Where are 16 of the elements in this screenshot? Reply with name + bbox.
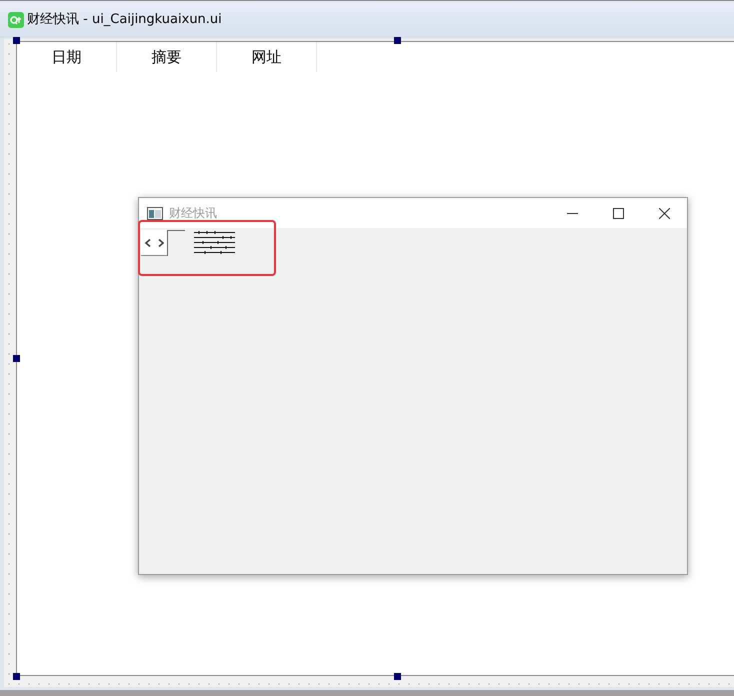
scroll-buttons[interactable] [141, 230, 185, 256]
selection-handle[interactable] [13, 37, 20, 44]
preview-window-title: 财经快讯 [169, 205, 217, 222]
window-title: 财经快讯 - ui_Caijingkuaixun.ui [27, 10, 222, 29]
selection-handle[interactable] [13, 673, 20, 680]
selection-handle[interactable] [394, 673, 401, 680]
tiny-table-drawing [193, 230, 236, 256]
qt-logo-icon [8, 12, 24, 28]
selection-handle[interactable] [13, 355, 20, 362]
maximize-icon [612, 208, 624, 218]
selection-handle[interactable] [394, 37, 401, 44]
column-header[interactable]: 网址 [217, 42, 317, 72]
column-header[interactable]: 摘要 [117, 42, 217, 72]
close-icon [658, 208, 670, 218]
minimize-icon [566, 212, 578, 214]
window-app-icon [147, 206, 163, 220]
